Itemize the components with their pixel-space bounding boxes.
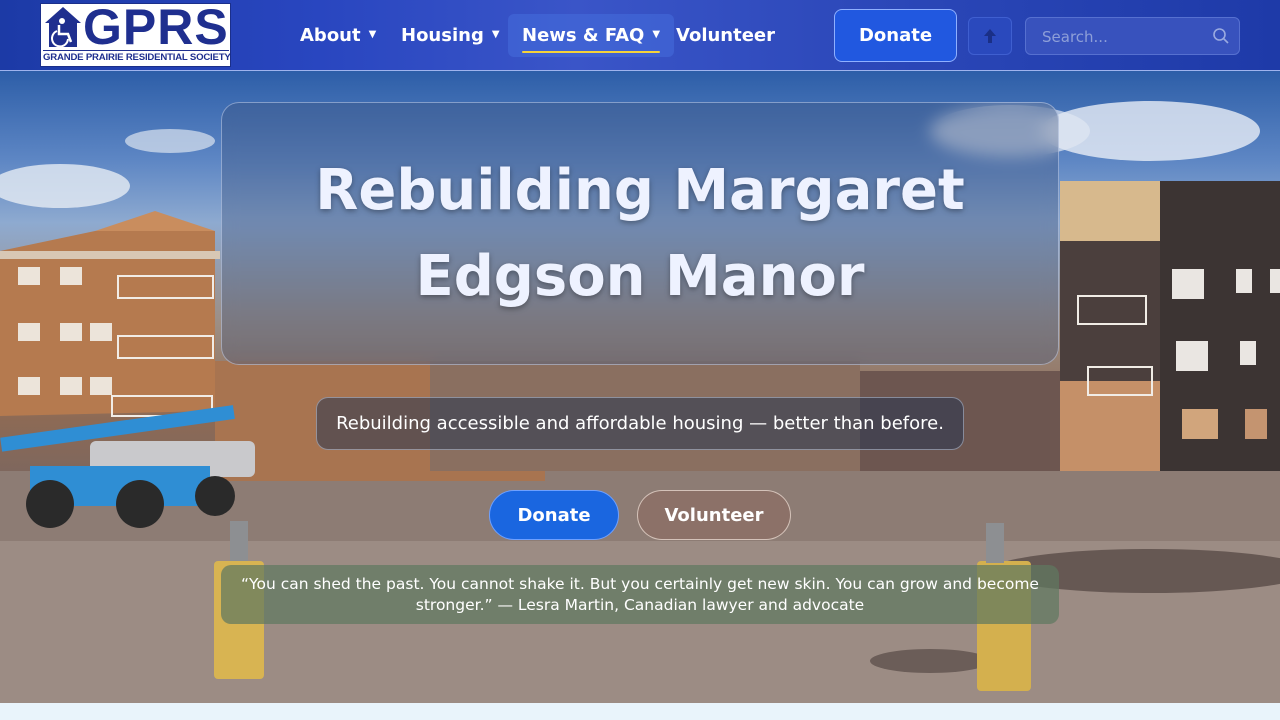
nav-about[interactable]: About ▼ bbox=[300, 14, 376, 57]
logo-brand: GPRS bbox=[83, 0, 229, 55]
scroll-up-button[interactable] bbox=[968, 17, 1012, 55]
chevron-down-icon: ▼ bbox=[491, 29, 500, 40]
nav-housing[interactable]: Housing ▼ bbox=[401, 14, 500, 57]
nav-volunteer-label: Volunteer bbox=[676, 25, 776, 46]
next-section-edge bbox=[0, 703, 1280, 720]
hero-section: Rebuilding Margaret Edgson Manor Rebuild… bbox=[0, 71, 1280, 703]
site-header: GPRS GRANDE PRAIRIE RESIDENTIAL SOCIETY … bbox=[0, 0, 1280, 71]
accessibility-house-icon bbox=[45, 7, 81, 48]
active-nav-underline bbox=[522, 51, 661, 53]
logo-tagline: GRANDE PRAIRIE RESIDENTIAL SOCIETY bbox=[43, 50, 231, 63]
hero-volunteer-button[interactable]: Volunteer bbox=[637, 490, 791, 540]
hero-donate-button[interactable]: Donate bbox=[489, 490, 619, 540]
nav-about-label: About bbox=[300, 25, 361, 46]
nav-volunteer[interactable]: Volunteer bbox=[676, 14, 775, 57]
header-donate-button[interactable]: Donate bbox=[834, 9, 957, 62]
arrow-up-icon bbox=[984, 29, 996, 43]
nav-housing-label: Housing bbox=[401, 25, 484, 46]
chevron-down-icon: ▼ bbox=[368, 29, 377, 40]
nav-news-faq[interactable]: News & FAQ ▼ bbox=[508, 14, 675, 57]
chevron-down-icon: ▼ bbox=[652, 29, 661, 40]
search-box bbox=[1025, 17, 1240, 56]
search-input[interactable] bbox=[1026, 18, 1224, 56]
hero-quote: “You can shed the past. You cannot shake… bbox=[221, 565, 1059, 624]
search-icon[interactable] bbox=[1212, 27, 1230, 45]
site-logo[interactable]: GPRS GRANDE PRAIRIE RESIDENTIAL SOCIETY bbox=[40, 0, 231, 67]
nav-news-faq-label: News & FAQ bbox=[522, 25, 645, 46]
page-title: Rebuilding Margaret Edgson Manor bbox=[315, 157, 965, 309]
hero-title-card: Rebuilding Margaret Edgson Manor bbox=[221, 102, 1059, 365]
hero-subtitle: Rebuilding accessible and affordable hou… bbox=[316, 397, 964, 450]
